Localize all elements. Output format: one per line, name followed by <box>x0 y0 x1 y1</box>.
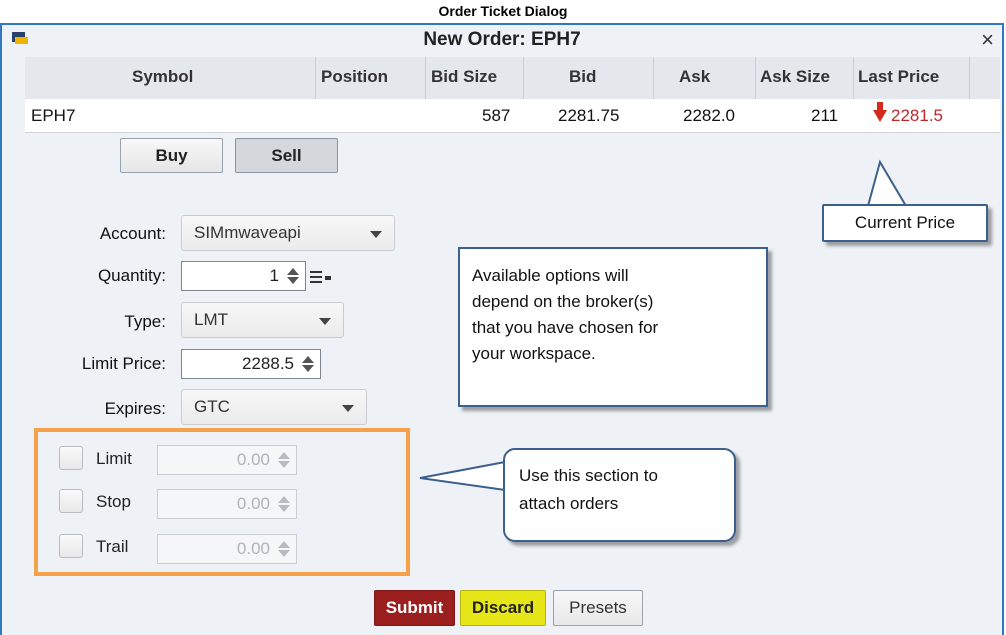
stop-checkbox[interactable] <box>59 489 83 513</box>
header-last-price[interactable]: Last Price <box>858 67 939 87</box>
attach-stop-stepper[interactable]: 0.00 <box>157 489 297 519</box>
attach-orders-line: Use this section to <box>519 466 658 485</box>
current-price-callout: Current Price <box>822 204 988 242</box>
limit-checkbox[interactable] <box>59 446 83 470</box>
attach-orders-callout: Use this section to attach orders <box>503 448 736 542</box>
attach-limit-value: 0.00 <box>236 450 270 469</box>
broker-options-line: Available options will <box>472 266 629 285</box>
figure-caption: Order Ticket Dialog <box>438 3 568 19</box>
spinner-arrows-icon[interactable] <box>278 496 290 512</box>
account-value: SIMmwaveapi <box>194 223 301 242</box>
menu-icon[interactable] <box>310 269 332 285</box>
broker-options-callout: Available options will depend on the bro… <box>458 247 768 407</box>
expires-label: Expires: <box>104 399 166 418</box>
type-value: LMT <box>194 310 228 329</box>
chevron-down-icon <box>370 231 382 238</box>
buy-button[interactable]: Buy <box>120 138 223 173</box>
spinner-arrows-icon[interactable] <box>287 268 299 284</box>
attach-stop-value: 0.00 <box>236 494 270 513</box>
spinner-arrows-icon[interactable] <box>278 541 290 557</box>
last-price-value: 2281.5 <box>891 106 943 125</box>
account-label: Account: <box>99 224 166 243</box>
type-label: Type: <box>124 312 166 331</box>
cell-bid: 2281.75 <box>558 106 620 125</box>
quantity-stepper[interactable]: 1 <box>181 261 306 291</box>
header-position[interactable]: Position <box>321 67 388 87</box>
limit-checkbox-label: Limit <box>96 449 132 468</box>
header-bid[interactable]: Bid <box>569 67 596 87</box>
discard-button[interactable]: Discard <box>460 590 546 626</box>
chevron-down-icon <box>319 318 331 325</box>
presets-button[interactable]: Presets <box>553 590 643 626</box>
submit-button[interactable]: Submit <box>374 590 455 626</box>
chevron-down-icon <box>342 405 354 412</box>
type-dropdown[interactable]: LMT <box>181 302 344 338</box>
table-row[interactable]: EPH7 587 2281.75 2282.0 211 2281.5 <box>25 99 1000 133</box>
down-arrow-icon <box>873 102 887 122</box>
quantity-label: Quantity: <box>97 266 166 285</box>
account-dropdown[interactable]: SIMmwaveapi <box>181 215 395 251</box>
cell-symbol: EPH7 <box>31 106 76 125</box>
cell-last-price: 2281.5 <box>873 102 943 126</box>
expires-dropdown[interactable]: GTC <box>181 389 367 425</box>
window-title: New Order: EPH7 <box>423 29 581 50</box>
cell-bid-size: 587 <box>482 106 511 125</box>
broker-options-line: your workspace. <box>472 344 596 363</box>
expires-value: GTC <box>194 397 230 416</box>
attach-trail-value: 0.00 <box>236 539 270 558</box>
sell-button[interactable]: Sell <box>235 138 338 173</box>
attach-trail-stepper[interactable]: 0.00 <box>157 534 297 564</box>
broker-options-line: depend on the broker(s) <box>472 292 654 311</box>
attach-limit-stepper[interactable]: 0.00 <box>157 445 297 475</box>
cell-ask-size: 211 <box>811 106 839 125</box>
current-price-callout-text: Current Price <box>854 213 956 232</box>
header-symbol[interactable]: Symbol <box>132 67 193 87</box>
spinner-arrows-icon[interactable] <box>302 356 314 372</box>
quote-grid-header: Symbol Position Bid Size Bid Ask Ask Siz… <box>25 57 1000 100</box>
header-ask[interactable]: Ask <box>679 67 710 87</box>
trail-checkbox[interactable] <box>59 534 83 558</box>
limit-price-label: Limit Price: <box>81 354 166 373</box>
quantity-value: 1 <box>269 266 279 285</box>
spinner-arrows-icon[interactable] <box>278 452 290 468</box>
stop-checkbox-label: Stop <box>96 492 131 511</box>
limit-price-value: 2288.5 <box>242 354 294 373</box>
close-icon[interactable]: × <box>981 27 994 53</box>
limit-price-stepper[interactable]: 2288.5 <box>181 349 321 379</box>
cell-ask: 2282.0 <box>683 106 735 125</box>
header-bid-size[interactable]: Bid Size <box>431 67 497 87</box>
attach-orders-line: attach orders <box>519 494 619 513</box>
title-bar: New Order: EPH7 × <box>2 25 1002 55</box>
header-ask-size[interactable]: Ask Size <box>760 67 830 87</box>
broker-options-line: that you have chosen for <box>472 318 659 337</box>
trail-checkbox-label: Trail <box>96 537 129 556</box>
